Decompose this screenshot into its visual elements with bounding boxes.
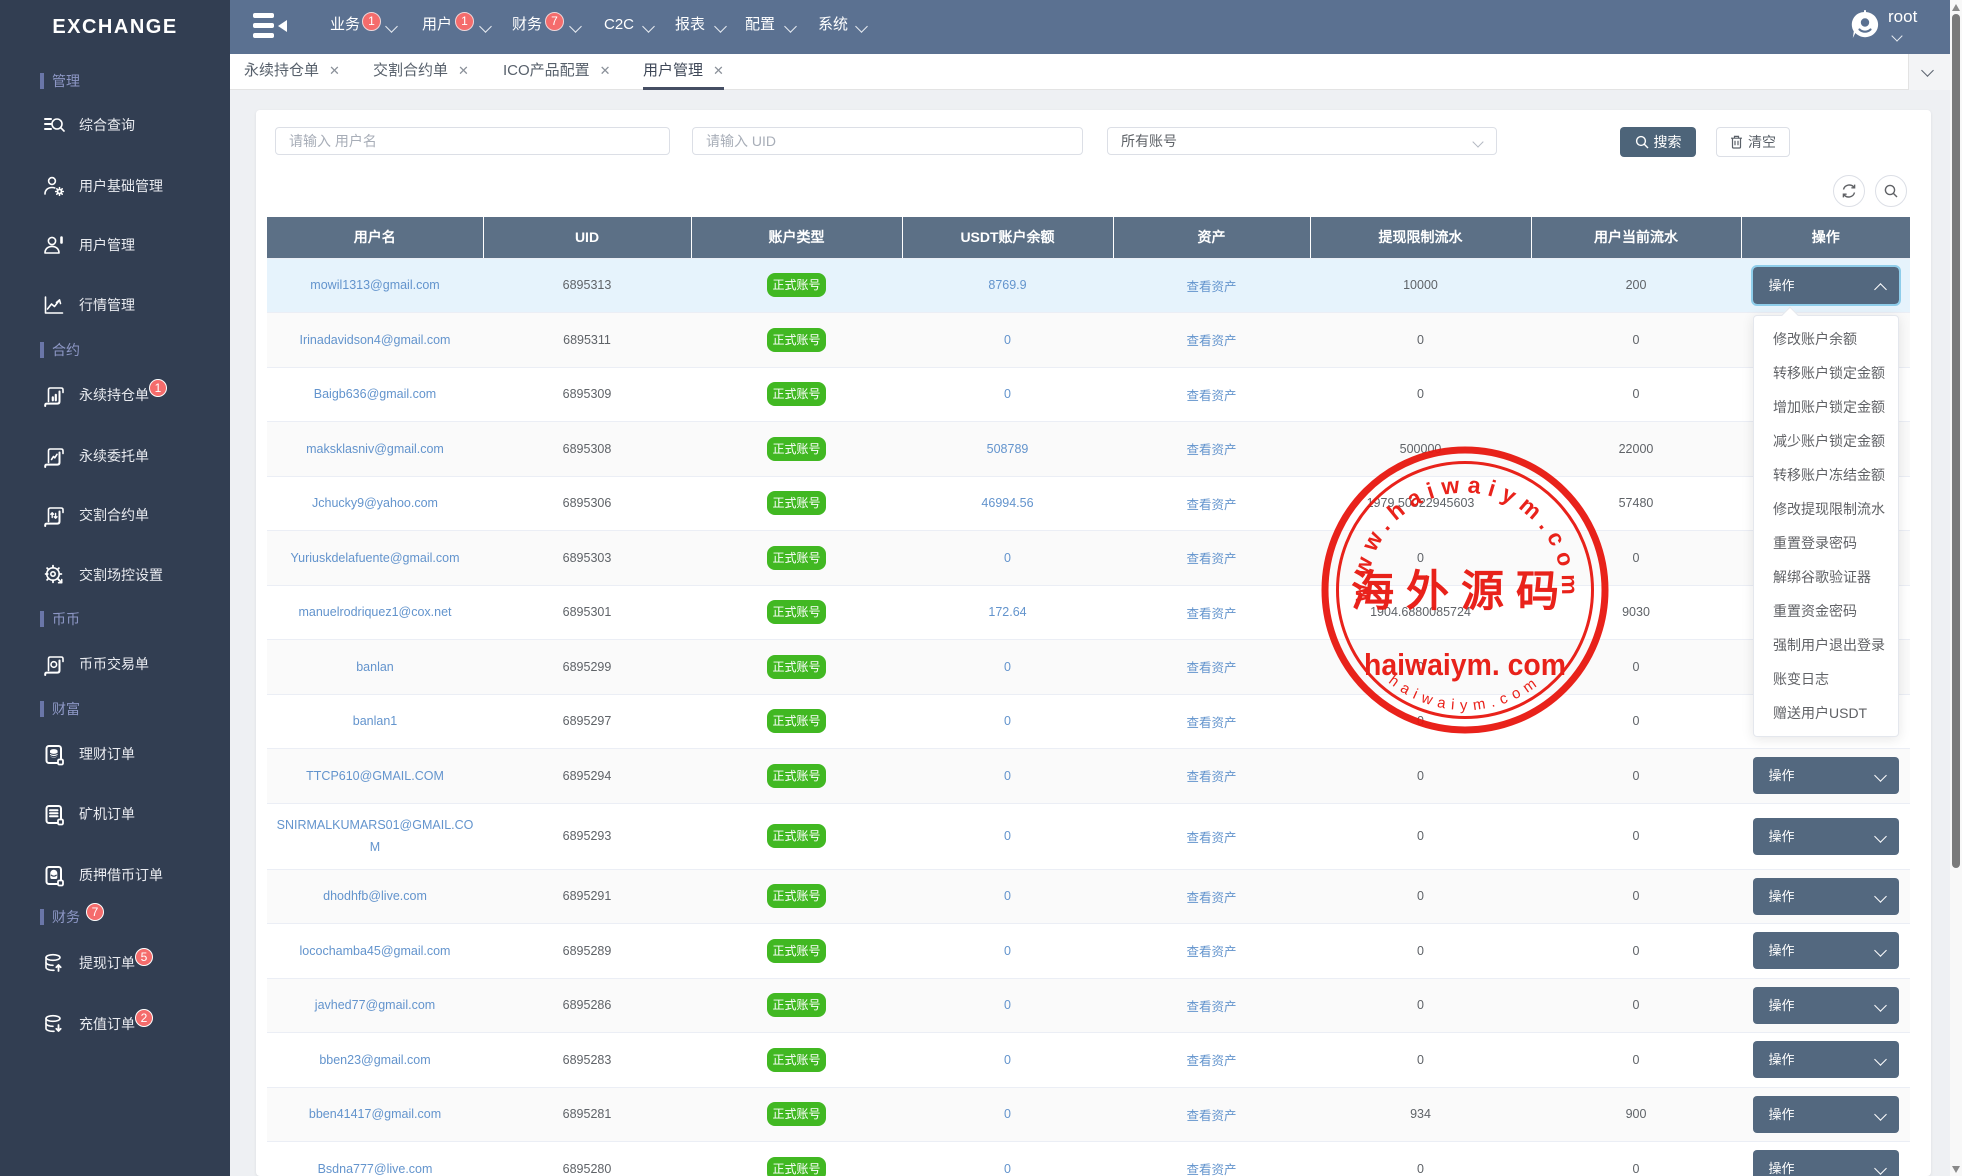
- svg-text:海外源码: 海外源码: [1351, 568, 1571, 616]
